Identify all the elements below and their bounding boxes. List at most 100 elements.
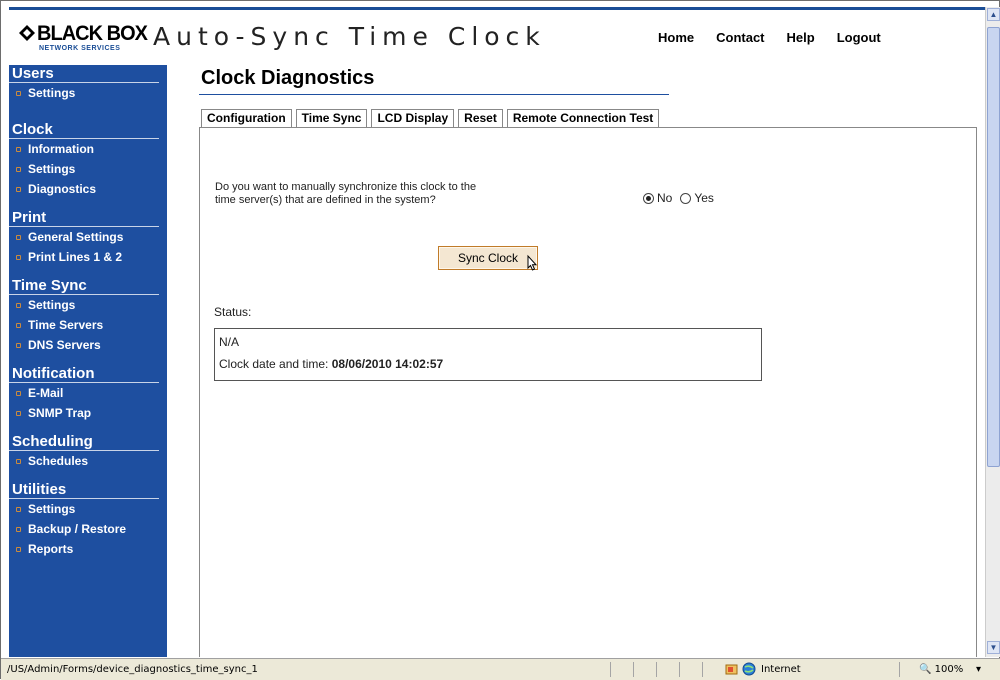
scroll-thumb[interactable] (987, 27, 1000, 467)
status-divider (679, 662, 680, 677)
zoom-level[interactable]: 🔍 100% (919, 664, 963, 675)
tab-lcd-display[interactable]: LCD Display (371, 109, 455, 127)
tab-time-sync[interactable]: Time Sync (295, 109, 368, 128)
sync-question-line2: time server(s) that are defined in the s… (215, 194, 436, 206)
clock-value: 08/06/2010 14:02:57 (331, 357, 444, 371)
sidebar-section-title: Utilities (9, 481, 159, 499)
tab-remote-connection-test[interactable]: Remote Connection Test (506, 109, 660, 127)
main-content: Clock Diagnostics Configuration Time Syn… (167, 65, 985, 657)
sidebar-section-title: Notification (9, 365, 159, 383)
sidebar-item-users-settings[interactable]: Settings (9, 83, 167, 103)
page-title: Clock Diagnostics (201, 67, 375, 89)
sidebar-section-title: Print (9, 209, 159, 227)
sidebar-item-label: Backup / Restore (28, 522, 127, 536)
sidebar-item-label: Settings (28, 162, 76, 176)
title-divider (199, 94, 669, 95)
sidebar-item-reports[interactable]: Reports (9, 539, 167, 559)
scroll-down-icon[interactable]: ▼ (987, 641, 1000, 654)
bullet-icon (16, 507, 21, 512)
nav-contact-link[interactable]: Contact (716, 30, 764, 45)
page-header: BLACK BOX NETWORK SERVICES Auto-Sync Tim… (9, 7, 985, 65)
sidebar-section-notification: Notification E-Mail SNMP Trap (9, 365, 167, 423)
sidebar-item-email[interactable]: E-Mail (9, 383, 167, 403)
sidebar-item-label: Time Servers (28, 318, 104, 332)
nav-home-link[interactable]: Home (658, 30, 694, 45)
top-navigation: Home Contact Help Logout (658, 30, 903, 45)
clock-label: Clock date and time: (219, 357, 329, 371)
sidebar-section-title: Scheduling (9, 433, 159, 451)
sidebar-item-label: Settings (28, 502, 76, 516)
bullet-icon (16, 91, 21, 96)
sidebar-item-print-lines[interactable]: Print Lines 1 & 2 (9, 247, 167, 267)
bullet-icon (16, 323, 21, 328)
sidebar-item-clock-information[interactable]: Information (9, 139, 167, 159)
mouse-pointer-icon (527, 254, 538, 271)
status-divider (610, 662, 611, 677)
sidebar-item-dns-servers[interactable]: DNS Servers (9, 335, 167, 355)
sidebar-section-time-sync: Time Sync Settings Time Servers DNS Serv… (9, 277, 167, 355)
sidebar-item-schedules[interactable]: Schedules (9, 451, 167, 471)
sidebar-item-snmp-trap[interactable]: SNMP Trap (9, 403, 167, 423)
sidebar-section-utilities: Utilities Settings Backup / Restore Repo… (9, 481, 167, 559)
radio-yes-label[interactable]: Yes (694, 191, 714, 205)
tab-bar: Configuration Time Sync LCD Display Rese… (201, 109, 663, 128)
sidebar-item-label: Settings (28, 298, 76, 312)
tab-panel: Do you want to manually synchronize this… (199, 127, 977, 657)
sidebar-item-clock-settings[interactable]: Settings (9, 159, 167, 179)
sidebar-item-label: Schedules (28, 454, 89, 468)
sidebar-item-print-general-settings[interactable]: General Settings (9, 227, 167, 247)
bullet-icon (16, 547, 21, 552)
sidebar-item-label: Print Lines 1 & 2 (28, 250, 123, 264)
scroll-up-icon[interactable]: ▲ (987, 8, 1000, 21)
app-title: Auto-Sync Time Clock (153, 22, 546, 51)
sidebar-item-clock-diagnostics[interactable]: Diagnostics (9, 179, 167, 199)
sidebar-item-label: SNMP Trap (28, 406, 92, 420)
sidebar-item-label: Information (28, 142, 94, 156)
sidebar-section-clock: Clock Information Settings Diagnostics (9, 121, 167, 199)
nav-help-link[interactable]: Help (787, 30, 815, 45)
internet-globe-icon (742, 662, 756, 676)
sidebar-section-title: Clock (9, 121, 159, 139)
status-label: Status: (214, 305, 252, 319)
nav-logout-link[interactable]: Logout (837, 30, 881, 45)
sync-question: Do you want to manually synchronize this… (215, 181, 575, 207)
bullet-icon (16, 235, 21, 240)
bullet-icon (16, 411, 21, 416)
bullet-icon (16, 187, 21, 192)
clock-line: Clock date and time: 08/06/2010 14:02:57 (219, 357, 757, 371)
sidebar-item-time-sync-settings[interactable]: Settings (9, 295, 167, 315)
radio-yes[interactable] (680, 192, 692, 204)
sidebar-section-title: Users (9, 65, 159, 83)
tab-reset[interactable]: Reset (458, 109, 503, 127)
sidebar-item-backup-restore[interactable]: Backup / Restore (9, 519, 167, 539)
bullet-icon (16, 167, 21, 172)
sidebar-item-label: Diagnostics (28, 182, 97, 196)
sidebar-item-utilities-settings[interactable]: Settings (9, 499, 167, 519)
status-divider (899, 662, 900, 677)
sidebar-item-label: Settings (28, 86, 76, 100)
status-bar-icons (725, 662, 759, 676)
status-value: N/A (219, 335, 240, 349)
security-zone-label: Internet (761, 664, 801, 675)
vertical-scrollbar[interactable]: ▲ ▼ (985, 7, 1000, 657)
sidebar-item-label: Reports (28, 542, 74, 556)
diamond-logo-icon (19, 25, 35, 41)
bullet-icon (16, 303, 21, 308)
bullet-icon (16, 459, 21, 464)
zoom-dropdown-icon[interactable]: ▾ (976, 664, 981, 675)
radio-no-label[interactable]: No (657, 191, 672, 205)
brand-logo[interactable]: BLACK BOX NETWORK SERVICES (19, 22, 148, 56)
sync-question-line1: Do you want to manually synchronize this… (215, 181, 477, 193)
bullet-icon (16, 527, 21, 532)
radio-no[interactable] (643, 192, 654, 204)
bullet-icon (16, 255, 21, 260)
security-icon[interactable] (725, 662, 739, 676)
bullet-icon (16, 391, 21, 396)
sidebar-section-scheduling: Scheduling Schedules (9, 433, 167, 471)
tab-configuration[interactable]: Configuration (201, 109, 292, 127)
sidebar-item-time-servers[interactable]: Time Servers (9, 315, 167, 335)
sidebar-item-label: E-Mail (28, 386, 64, 400)
sidebar: Users Settings Clock Information Setting… (9, 65, 167, 657)
sidebar-section-users: Users Settings (9, 65, 167, 103)
sidebar-section-title: Time Sync (9, 277, 159, 295)
